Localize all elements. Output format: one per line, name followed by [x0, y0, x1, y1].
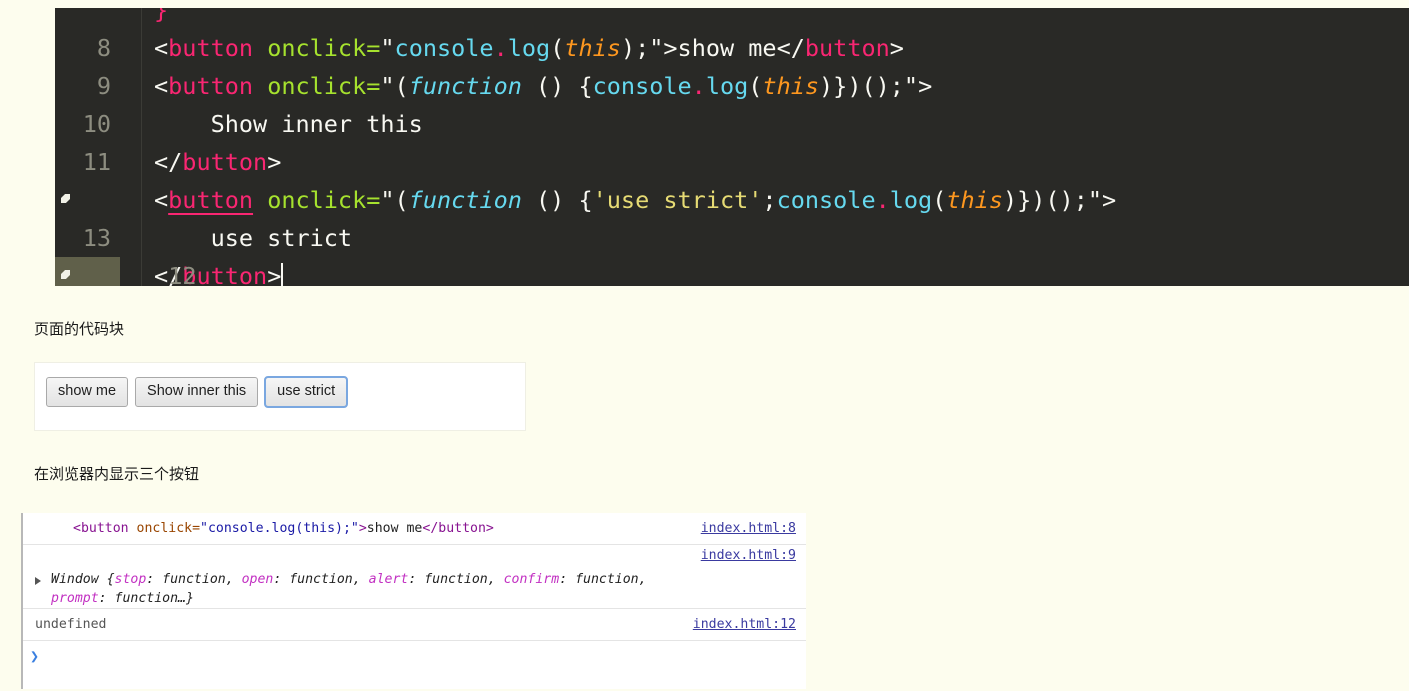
console-row-html-log[interactable]: <button onclick="console.log(this);">sho…: [23, 513, 806, 545]
code-text-14: </button>: [142, 257, 1409, 286]
console-attr-name: onclick=: [128, 521, 201, 536]
text-caret: [281, 263, 284, 286]
obj-key-confirm: confirm: [503, 572, 560, 587]
obj-key-prompt: prompt: [51, 591, 99, 606]
code-text-11: </button>: [154, 148, 282, 176]
line-number-12: 12: [55, 181, 196, 286]
caption-code-block: 页面的代码块: [34, 320, 125, 338]
line-number-14: 14: [55, 257, 120, 286]
console-source-link-9[interactable]: index.html:9: [701, 548, 796, 563]
line-number-11: 11: [82, 148, 111, 176]
gutter-separator: [120, 67, 142, 105]
code-line-8[interactable]: 8 <button onclick="console.log(this);">s…: [55, 29, 1409, 67]
obj-key-alert: alert: [368, 572, 409, 587]
gutter-separator: [120, 8, 142, 29]
line-number-gutter: [55, 8, 120, 29]
console-gt: >: [358, 521, 367, 536]
console-source-link-8[interactable]: index.html:8: [701, 513, 796, 545]
console-close-tag: </button>: [422, 521, 494, 536]
prompt-caret-icon: ❯: [30, 647, 40, 665]
obj-seg: : function,: [146, 572, 242, 587]
code-text-12: <button onclick="(function () {'use stri…: [154, 186, 1117, 214]
line-number-10: 10: [82, 110, 111, 138]
gutter-separator: [120, 105, 142, 143]
gutter-separator: [120, 29, 142, 67]
demo-button-panel: show me Show inner this use strict: [34, 362, 526, 431]
demo-button-group: show me Show inner this use strict: [46, 376, 349, 408]
obj-seg: : function,: [273, 572, 369, 587]
show-me-button[interactable]: show me: [46, 377, 129, 407]
code-line-11[interactable]: 11 </button>: [55, 143, 1409, 181]
console-input-prompt[interactable]: ❯: [23, 641, 806, 671]
use-strict-button[interactable]: use strict: [264, 376, 349, 408]
code-editor[interactable]: } 8 <button onclick="console.log(this);"…: [55, 8, 1409, 286]
obj-seg: : function,: [559, 572, 647, 587]
code-line-12[interactable]: 12 <button onclick="(function () {'use s…: [55, 181, 1409, 286]
code-text-13: use strict: [154, 224, 353, 252]
code-line-14[interactable]: 14 </button>: [55, 257, 1409, 286]
code-line-13[interactable]: 13 use strict: [55, 219, 1409, 257]
line-number-9: 9: [96, 72, 111, 100]
devtools-console-panel[interactable]: <button onclick="console.log(this);">sho…: [21, 513, 806, 689]
obj-key-open: open: [241, 572, 274, 587]
console-open-tag: <button: [73, 521, 129, 536]
obj-key-stop: stop: [114, 572, 147, 587]
line-number-label: 12: [168, 262, 197, 286]
code-line-9[interactable]: 9 <button onclick="(function () {console…: [55, 67, 1409, 105]
bookmark-icon[interactable]: [61, 194, 70, 203]
gutter-separator: [120, 181, 142, 219]
caption-browser-buttons: 在浏览器内显示三个按钮: [34, 465, 200, 483]
code-text: }: [154, 8, 169, 24]
show-inner-this-button[interactable]: Show inner this: [135, 377, 259, 407]
code-text-8: <button onclick="console.log(this);">sho…: [154, 34, 904, 62]
bookmark-icon[interactable]: [61, 270, 70, 279]
console-row-object[interactable]: index.html:9 Window {stop: function, ope…: [23, 545, 806, 609]
expand-arrow-icon[interactable]: [35, 577, 41, 585]
console-object-preview: Window {stop: function, open: function, …: [51, 548, 651, 608]
obj-seg: Window: [51, 572, 107, 587]
obj-seg: : function,: [408, 572, 504, 587]
code-text-9: <button onclick="(function () {console.l…: [154, 72, 933, 100]
code-line-10[interactable]: 10 Show inner this: [55, 105, 1409, 143]
console-undefined-text: undefined: [35, 617, 107, 632]
obj-seg: {: [106, 572, 115, 587]
line-number-13: 13: [82, 224, 111, 252]
console-source-link-12[interactable]: index.html:12: [693, 609, 796, 641]
code-line-partial: }: [55, 8, 1409, 29]
console-row-undefined[interactable]: undefined index.html:12: [23, 609, 806, 641]
gutter-separator: [120, 143, 142, 181]
obj-seg: : function…}: [98, 591, 194, 606]
code-editor-rows: } 8 <button onclick="console.log(this);"…: [55, 8, 1409, 286]
console-node-text: show me: [366, 521, 423, 536]
line-number-8: 8: [96, 34, 111, 62]
code-text-10: Show inner this: [154, 110, 423, 138]
console-attr-value: "console.log(this);": [200, 521, 359, 536]
